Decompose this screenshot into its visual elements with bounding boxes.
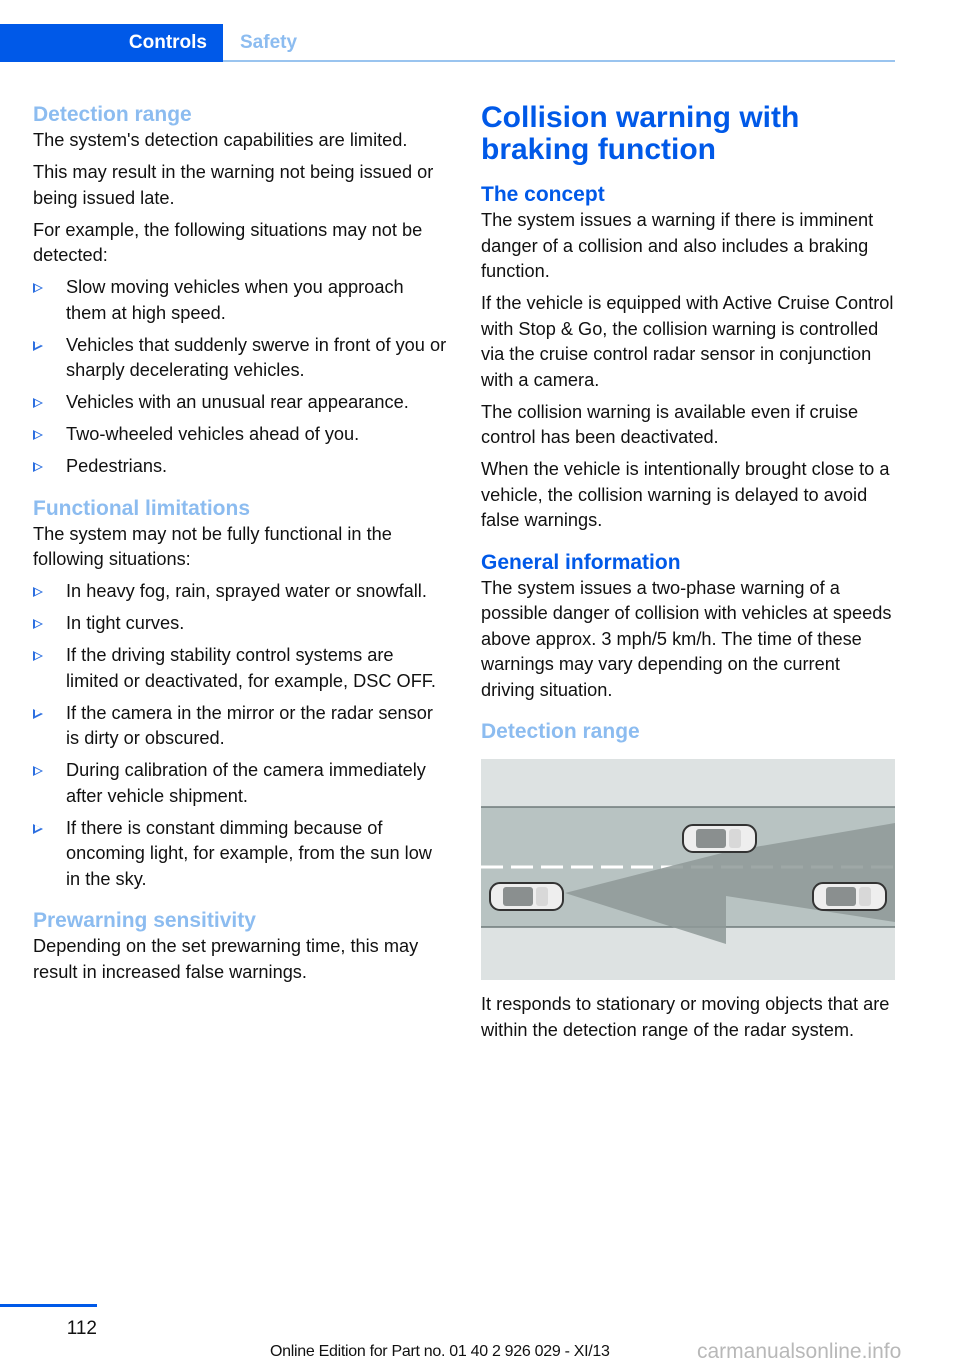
list-item-text: In tight curves. [66,613,185,633]
concept-section: The concept The system issues a warning … [481,182,896,534]
list-item-text: During calibration of the camera immedi­… [66,760,426,806]
section-heading: Functional limitations [33,496,251,520]
watermark: carmanualsonline.info [697,1340,902,1362]
functional-limitations-section: Functional limitations The system may no… [33,496,448,893]
triangle-bullet-icon [33,398,43,408]
section-heading: Detection range [481,720,640,743]
header-rule [223,60,895,62]
triangle-bullet-icon [33,283,43,293]
bullet-list: Slow moving vehicles when you approach t… [33,275,448,480]
list-item: Vehicles that suddenly swerve in front o… [33,333,448,384]
page-number: 112 [66,1318,97,1339]
tab-controls[interactable]: Controls [0,24,223,62]
paragraph: Depending on the set prewarning time, th… [33,936,419,982]
detection-range-section: Detection range The system's detection c… [33,102,448,480]
list-item-text: Slow moving vehicles when you approach t… [66,277,404,323]
list-item: Vehicles with an unusual rear appearance… [33,390,448,416]
paragraph: The system may not be fully functional i… [33,523,392,570]
list-item-text: Two-wheeled vehicles ahead of you. [66,424,360,444]
triangle-bullet-icon [33,340,43,351]
section-heading: The concept [481,183,605,206]
car-adjacent-lane [682,824,757,853]
list-item-text: If the driving stability control systems… [66,645,436,691]
car-ahead [812,882,887,911]
paragraph: The system issues a two-phase warning of… [481,577,892,700]
paragraph: For example, the following situations ma… [33,219,423,266]
section-heading: General information [481,550,681,574]
car-ego [489,882,564,911]
paragraph: The system's detection capabilities are … [33,130,408,150]
section-heading: Detection range [33,103,192,126]
list-item: If the driving stability control systems… [33,643,448,694]
paragraph: The system issues a warning if there is … [481,210,874,281]
triangle-bullet-icon [33,587,43,597]
list-item-text: In heavy fog, rain, sprayed water or sno… [66,581,427,601]
triangle-bullet-icon [33,708,43,719]
list-item: Two-wheeled vehicles ahead of you. [33,422,448,448]
edition-note: Online Edition for Part no. 01 40 2 926 … [270,1343,610,1360]
detection-range-illustration [481,759,895,980]
paragraph: When the vehicle is intentionally brough… [481,459,890,530]
left-column: Detection range The system's detection c… [33,102,448,992]
triangle-bullet-icon [33,430,43,440]
page-header: Controls Safety [0,24,895,62]
paragraph: This may result in the warning not being… [33,162,434,208]
section-heading: Prewarning sensitivity [33,909,256,932]
tab-safety[interactable]: Safety [240,24,297,62]
list-item-text: Vehicles with an unusual rear appearance… [66,392,409,412]
bullet-list: In heavy fog, rain, sprayed water or sno… [33,579,448,892]
detection-range-figure-section: Detection range It responds to stationar… [481,719,896,1043]
general-information-section: General information The system issues a … [481,550,896,704]
triangle-bullet-icon [33,462,43,472]
paragraph: It responds to stationary or moving obje… [481,994,890,1040]
triangle-bullet-icon [33,619,43,629]
prewarning-sensitivity-section: Prewarning sensitivity Depending on the … [33,908,448,985]
triangle-bullet-icon [33,651,43,661]
road-diagram [481,759,895,980]
footer-rule [0,1304,97,1307]
right-column: Collision warning with braking function … [481,102,896,1050]
triangle-bullet-icon [33,766,43,776]
list-item: In tight curves. [33,611,448,637]
list-item: In heavy fog, rain, sprayed water or sno… [33,579,448,605]
chapter-title: Collision warning with braking function [481,101,800,166]
list-item-text: Pedestrians. [66,456,168,476]
triangle-bullet-icon [33,823,43,834]
list-item-text: If there is constant dimming because of … [66,817,432,889]
list-item: Pedestrians. [33,454,448,480]
list-item-text: If the camera in the mirror or the radar… [66,702,433,749]
list-item: During calibration of the camera immedi­… [33,758,448,809]
paragraph: If the vehicle is equipped with Active C… [481,293,894,390]
paragraph: The collision warning is available even … [481,401,859,448]
list-item: If the camera in the mirror or the radar… [33,701,448,752]
list-item: Slow moving vehicles when you approach t… [33,275,448,326]
list-item: If there is constant dimming because of … [33,816,448,893]
list-item-text: Vehicles that suddenly swerve in front o… [66,334,447,381]
